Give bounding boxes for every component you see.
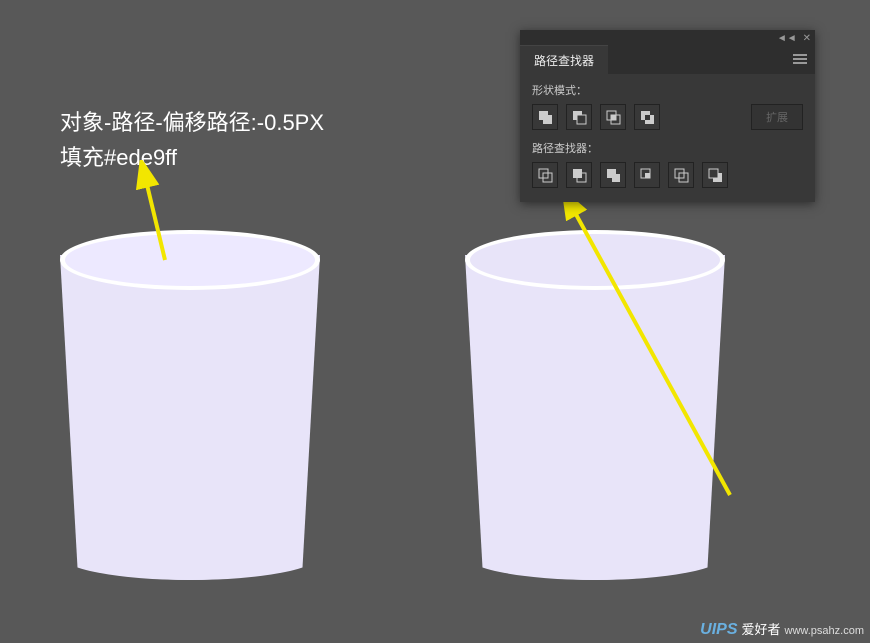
crop-button[interactable] xyxy=(634,162,660,188)
outline-button[interactable] xyxy=(668,162,694,188)
shape-mode-row: 扩展 xyxy=(532,104,803,130)
minus-front-button[interactable] xyxy=(566,104,592,130)
watermark-url: www.psahz.com xyxy=(785,625,864,637)
annotation-line1: 对象-路径-偏移路径:-0.5PX xyxy=(60,105,324,140)
merge-button[interactable] xyxy=(600,162,626,188)
merge-icon xyxy=(605,167,621,183)
panel-close-icon[interactable]: ✕ xyxy=(803,33,811,44)
pathfinder-panel: ◄◄ ✕ 路径查找器 形状模式： 扩展 路径查找器： xyxy=(520,30,815,202)
intersect-button[interactable] xyxy=(600,104,626,130)
crop-icon xyxy=(639,167,655,183)
minus-back-icon xyxy=(707,167,723,183)
expand-button[interactable]: 扩展 xyxy=(751,104,803,130)
cup-rim-inner xyxy=(470,234,720,286)
watermark-cn: 爱好者 xyxy=(742,619,781,638)
unite-icon xyxy=(537,109,553,125)
panel-tab-pathfinder[interactable]: 路径查找器 xyxy=(520,45,608,75)
cup-bottom xyxy=(78,530,302,580)
cup-rim-inner xyxy=(65,234,315,286)
pathfinder-label: 路径查找器： xyxy=(532,140,803,156)
annotation-line2: 填充#ede9ff xyxy=(60,140,324,175)
intersect-icon xyxy=(605,109,621,125)
annotation-text: 对象-路径-偏移路径:-0.5PX 填充#ede9ff xyxy=(60,105,324,175)
divide-icon xyxy=(537,167,553,183)
panel-body: 形状模式： 扩展 路径查找器： xyxy=(520,74,815,202)
panel-collapse-icon[interactable]: ◄◄ xyxy=(777,33,797,44)
trim-button[interactable] xyxy=(566,162,592,188)
exclude-button[interactable] xyxy=(634,104,660,130)
shape-mode-label: 形状模式： xyxy=(532,82,803,98)
outline-icon xyxy=(673,167,689,183)
cup-left xyxy=(60,230,320,580)
watermark-logo: UIPS xyxy=(700,621,737,639)
watermark: UIPS 爱好者 www.psahz.com xyxy=(700,619,864,639)
unite-button[interactable] xyxy=(532,104,558,130)
trim-icon xyxy=(571,167,587,183)
exclude-icon xyxy=(639,109,655,125)
minus-back-button[interactable] xyxy=(702,162,728,188)
panel-menu-icon[interactable] xyxy=(793,54,807,66)
panel-tabs: 路径查找器 xyxy=(520,46,815,74)
minus-front-icon xyxy=(571,109,587,125)
divide-button[interactable] xyxy=(532,162,558,188)
panel-topbar: ◄◄ ✕ xyxy=(520,30,815,46)
cup-bottom xyxy=(483,530,707,580)
pathfinder-row xyxy=(532,162,803,188)
cup-right xyxy=(465,230,725,580)
